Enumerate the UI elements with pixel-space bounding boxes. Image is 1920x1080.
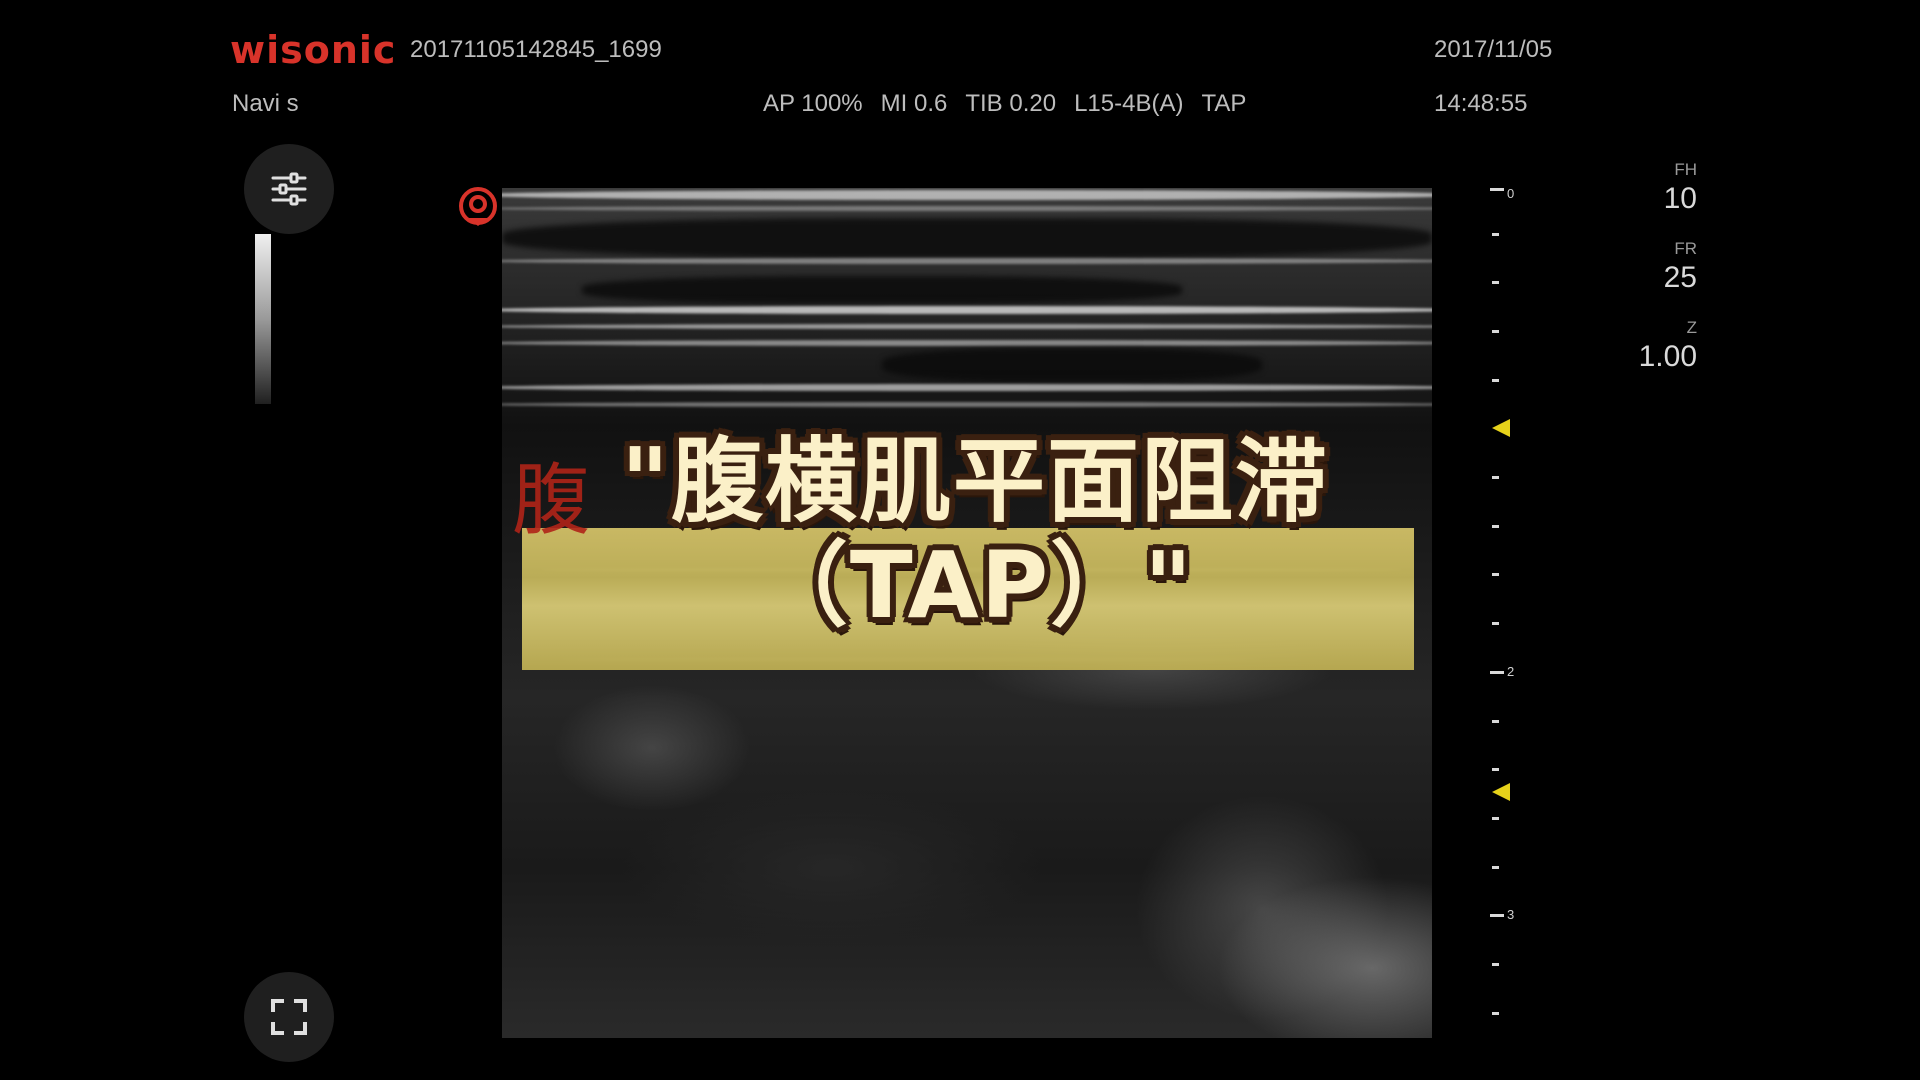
device-name: Navi s (232, 90, 299, 117)
depth-tick (1492, 476, 1499, 479)
depth-label-2: 2 (1507, 664, 1515, 679)
study-id: 20171105142845_1699 (410, 36, 662, 63)
depth-tick (1492, 233, 1499, 236)
probe-marker-icon (459, 187, 497, 226)
sliders-icon (271, 172, 307, 206)
depth-tick (1492, 281, 1499, 284)
readout-zoom: Z 1.00 (1639, 318, 1697, 374)
depth-tick (1490, 188, 1504, 191)
exam-date: 2017/11/05 (1434, 36, 1553, 63)
depth-tick (1492, 768, 1499, 771)
depth-label-0: 0 (1507, 186, 1515, 201)
brand-logo: wisonic (230, 28, 397, 72)
caption-line-1: "腹横肌平面阻滞 (621, 428, 1329, 535)
depth-tick (1492, 525, 1499, 528)
depth-tick (1492, 963, 1499, 966)
caption-line-2: （TAP）" (755, 532, 1195, 639)
param-mi: MI 0.6 (880, 90, 948, 117)
fullscreen-icon (271, 999, 307, 1035)
depth-tick (1492, 817, 1499, 820)
depth-tick (1492, 720, 1499, 723)
param-preset: TAP (1201, 90, 1247, 117)
param-ap: AP 100% (763, 90, 863, 117)
settings-button[interactable] (244, 144, 334, 234)
depth-tick (1490, 914, 1504, 917)
depth-scale: 0 2 3 (1480, 180, 1540, 1040)
caption-title: "腹横肌平面阻滞 （TAP）" (540, 430, 1410, 638)
depth-tick (1492, 330, 1499, 333)
depth-tick (1490, 671, 1504, 674)
readout-label: Z (1686, 318, 1697, 337)
depth-tick (1492, 622, 1499, 625)
depth-tick (1492, 866, 1499, 869)
depth-tick (1492, 379, 1499, 382)
readout-value: 1.00 (1638, 340, 1697, 373)
focus-marker-icon[interactable] (1492, 783, 1510, 801)
exam-time: 14:48:55 (1434, 90, 1528, 117)
ultrasound-screen: wisonic 20171105142845_1699 2017/11/05 N… (0, 0, 1920, 1080)
param-tib: TIB 0.20 (965, 90, 1057, 117)
readout-label: FH (1674, 160, 1697, 179)
focus-marker-icon[interactable] (1492, 419, 1510, 437)
grayscale-bar (255, 234, 271, 404)
readout-value: 10 (1663, 182, 1697, 215)
readout-fr: FR 25 (1664, 239, 1697, 295)
depth-tick (1492, 573, 1499, 576)
depth-label-3: 3 (1507, 907, 1515, 922)
depth-tick (1492, 1012, 1499, 1015)
readout-value: 25 (1663, 261, 1697, 294)
acoustic-params: AP 100% MI 0.6 TIB 0.20 L15-4B(A) TAP (763, 90, 1246, 118)
fullscreen-button[interactable] (244, 972, 334, 1062)
param-probe: L15-4B(A) (1074, 90, 1184, 117)
readout-label: FR (1674, 239, 1697, 258)
readout-fh: FH 10 (1664, 160, 1697, 216)
